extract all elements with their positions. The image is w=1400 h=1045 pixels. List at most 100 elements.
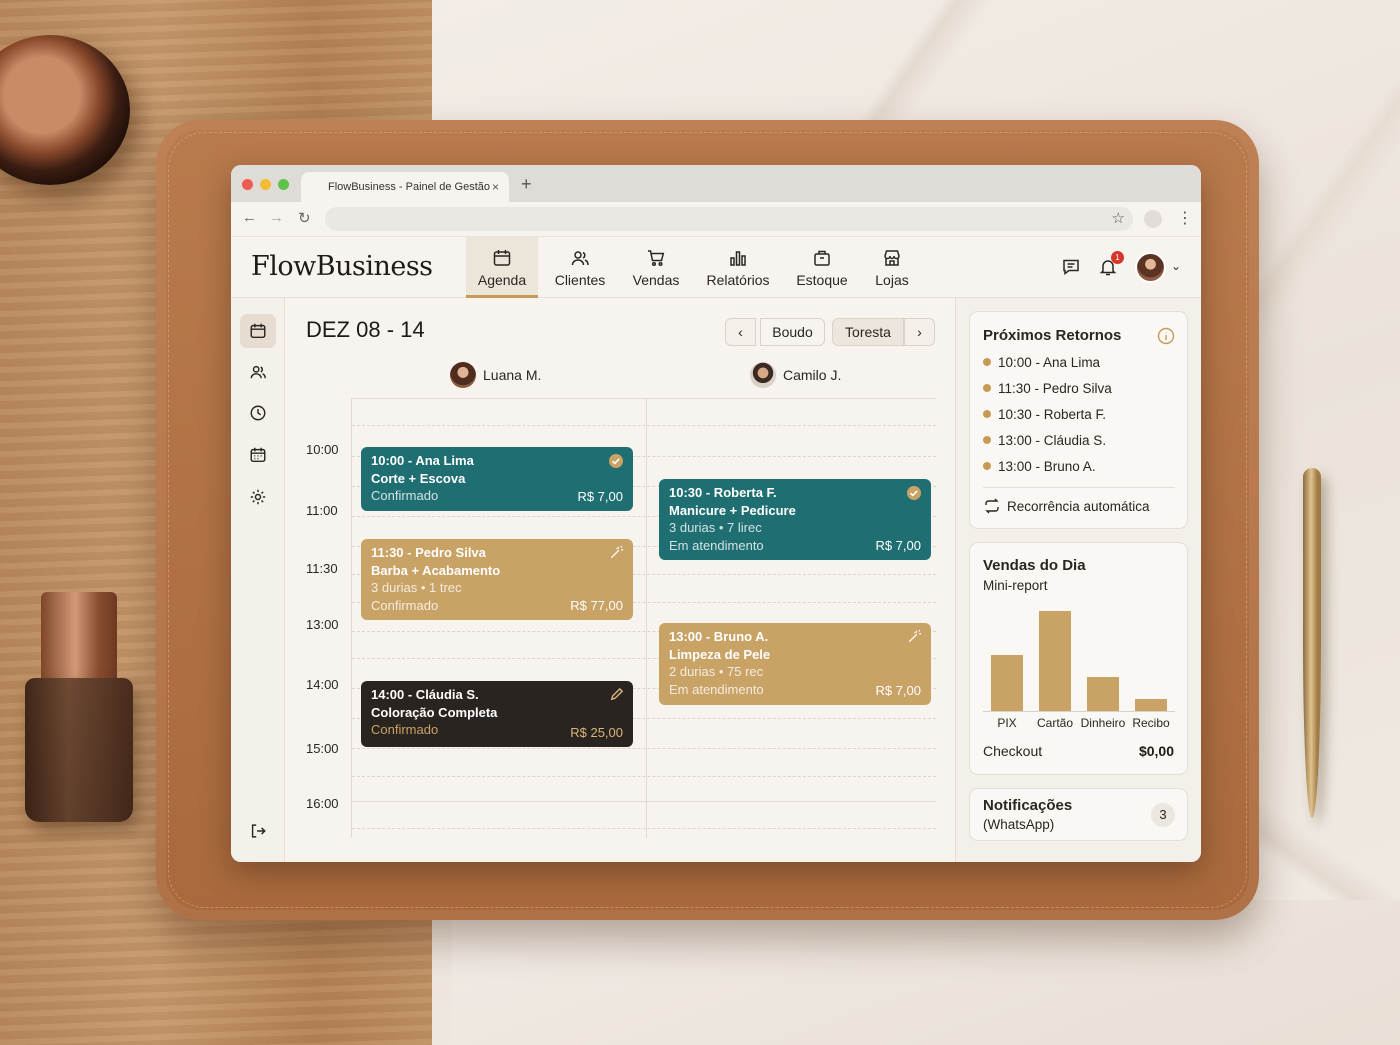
grid-line	[352, 801, 936, 802]
list-item[interactable]: 13:00 - Cláudia S.	[983, 433, 1106, 448]
bar-recibo	[1135, 699, 1167, 711]
browser-tab[interactable]: FlowBusiness - Painel de Gestão ×	[301, 172, 509, 202]
appointment-title: 14:00 - Cláudia S.	[371, 687, 479, 702]
users-icon	[571, 251, 589, 266]
returns-title: Próximos Retornos	[983, 327, 1122, 344]
view-option-toresta[interactable]: Toresta	[832, 318, 904, 346]
nav-estoque[interactable]: Estoque	[791, 237, 853, 298]
list-item[interactable]: 11:30 - Pedro Silva	[983, 381, 1112, 396]
magic-wand-icon	[610, 545, 624, 559]
nav-vendas-label: Vendas	[632, 272, 680, 288]
staff-name: Luana M.	[483, 367, 542, 383]
grid-line	[352, 425, 936, 426]
package-icon	[814, 250, 830, 266]
notifications-count-badge: 3	[1151, 803, 1175, 827]
appointment-title: 10:30 - Roberta F.	[669, 485, 777, 500]
browser-window: FlowBusiness - Painel de Gestão × + ← → …	[231, 165, 1201, 862]
staff-column-header[interactable]: Luana M.	[450, 362, 541, 388]
nav-lojas[interactable]: Lojas	[869, 237, 915, 298]
list-item[interactable]: 10:00 - Ana Lima	[983, 355, 1100, 370]
cart-icon	[648, 250, 665, 267]
bullet-dot	[983, 410, 991, 418]
bookmark-star-icon[interactable]: ☆	[1112, 209, 1125, 227]
view-option-boudo[interactable]: Boudo	[760, 318, 825, 346]
checkout-label: Checkout	[983, 743, 1043, 759]
bar-cartão	[1039, 611, 1071, 711]
appointment-title: 10:00 - Ana Lima	[371, 453, 474, 468]
appointment-price: R$ 7,00	[875, 537, 921, 553]
brand-logo[interactable]: FlowBusiness	[251, 251, 433, 282]
bar-label: Cartão	[1036, 716, 1074, 730]
nav-agenda[interactable]: Agenda	[466, 237, 538, 298]
nav-lojas-label: Lojas	[875, 272, 909, 288]
appointment-details: 2 durias • 75 rec	[669, 664, 764, 679]
chevron-down-icon[interactable]: ⌄	[1171, 259, 1181, 273]
nav-vendas[interactable]: Vendas	[627, 237, 685, 298]
user-avatar[interactable]	[1135, 252, 1166, 283]
appointment-price: R$ 25,00	[570, 724, 623, 740]
bullet-dot	[983, 436, 991, 444]
appointment-card[interactable]: 11:30 - Pedro Silva Barba + Acabamento 3…	[361, 539, 633, 620]
appointment-price: R$ 77,00	[570, 597, 623, 613]
return-item-text: 10:30 - Roberta F.	[998, 407, 1107, 422]
sidebar-item-calendar[interactable]	[240, 314, 276, 348]
nav-estoque-label: Estoque	[796, 272, 848, 288]
appointment-card[interactable]: 14:00 - Cláudia S. Coloração Completa Co…	[361, 681, 633, 747]
tab-close-icon[interactable]: ×	[492, 180, 499, 194]
sidebar-item-clients[interactable]	[240, 355, 276, 389]
appointment-service: Manicure + Pedicure	[669, 502, 796, 518]
appointment-service: Limpeza de Pele	[669, 646, 771, 662]
avatar	[750, 362, 776, 388]
nav-relatorios[interactable]: Relatórios	[701, 237, 775, 298]
info-icon[interactable]	[1157, 327, 1175, 345]
schedule-grid: 10:00 11:00 11:30 13:00 14:00 15:00 16:0…	[286, 398, 954, 838]
reload-icon[interactable]: ↻	[298, 209, 311, 227]
nav-clientes-label: Clientes	[554, 272, 606, 288]
new-tab-button[interactable]: +	[521, 174, 532, 195]
notifications-card[interactable]: Notificações (WhatsApp) 3	[969, 788, 1188, 841]
time-label: 10:00	[306, 442, 339, 457]
browser-menu-icon[interactable]: ⋮	[1177, 208, 1193, 228]
appointment-card[interactable]: 10:30 - Roberta F. Manicure + Pedicure 3…	[659, 479, 931, 560]
next-week-button[interactable]: ›	[904, 318, 935, 346]
back-arrow-icon[interactable]: ←	[242, 209, 257, 226]
window-maximize-button[interactable]	[278, 179, 289, 190]
date-range-title: DEZ 08 - 14	[306, 317, 425, 342]
grid-line	[352, 748, 936, 749]
notifications-subtitle: (WhatsApp)	[983, 817, 1055, 832]
sidebar-item-settings[interactable]	[240, 480, 276, 514]
nav-clientes[interactable]: Clientes	[547, 237, 613, 298]
calendar-icon	[250, 323, 266, 339]
clock-icon	[250, 405, 266, 421]
sidebar-item-logout[interactable]	[240, 814, 276, 848]
avatar	[450, 362, 476, 388]
logout-icon	[251, 824, 266, 838]
list-item[interactable]: 13:00 - Bruno A.	[983, 459, 1096, 474]
address-bar[interactable]: ☆	[325, 207, 1133, 231]
chart-baseline	[983, 711, 1175, 712]
marble-surface-background-lower	[452, 900, 1400, 1045]
window-minimize-button[interactable]	[260, 179, 271, 190]
sidebar-item-history[interactable]	[240, 396, 276, 430]
sales-card: Vendas do Dia Mini-report PIX Cartão Dinhe…	[969, 542, 1188, 775]
recurrence-toggle[interactable]: Recorrência automática	[983, 497, 1150, 515]
browser-profile-icon[interactable]	[1144, 210, 1162, 228]
calendar-icon	[493, 250, 511, 266]
appointment-card[interactable]: 13:00 - Bruno A. Limpeza de Pele 2 duria…	[659, 623, 931, 705]
chat-icon[interactable]	[1061, 257, 1081, 277]
appointment-card[interactable]: 10:00 - Ana Lima Corte + Escova Confirma…	[361, 447, 633, 511]
browser-toolbar: ← → ↻ ☆ ⋮	[231, 202, 1201, 236]
bar-label: Dinheiro	[1080, 716, 1126, 730]
window-close-button[interactable]	[242, 179, 253, 190]
bullet-dot	[983, 358, 991, 366]
sidebar-item-schedule[interactable]	[240, 438, 276, 472]
forward-arrow-icon[interactable]: →	[269, 209, 284, 226]
appointment-details: 3 durias • 7 lirec	[669, 520, 762, 535]
staff-column-header[interactable]: Camilo J.	[750, 362, 841, 388]
time-label: 13:00	[306, 617, 339, 632]
bar-pix	[991, 655, 1023, 711]
prev-week-button[interactable]: ‹	[725, 318, 756, 346]
list-item[interactable]: 10:30 - Roberta F.	[983, 407, 1106, 422]
check-circle-icon	[609, 454, 623, 468]
notifications-title: Notificações	[983, 797, 1073, 814]
